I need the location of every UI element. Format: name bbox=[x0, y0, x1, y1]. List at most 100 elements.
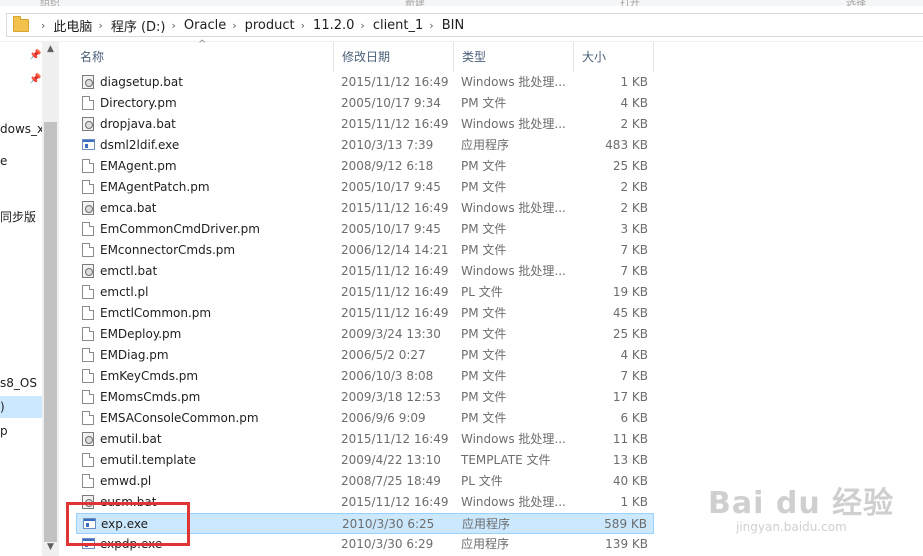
nav-item[interactable]: dows_x8 bbox=[0, 122, 42, 136]
document-icon bbox=[82, 159, 94, 173]
batch-file-icon bbox=[82, 201, 94, 215]
file-date: 2010/3/30 6:25 bbox=[342, 517, 435, 531]
file-row[interactable]: diagsetup.bat 2015/11/12 16:49 Windows 批处理… bbox=[76, 72, 654, 93]
file-date: 2015/11/12 16:49 bbox=[341, 201, 449, 215]
batch-file-icon bbox=[82, 75, 94, 89]
file-type: PM 文件 bbox=[461, 390, 507, 404]
file-name: emutil.bat bbox=[100, 432, 162, 446]
nav-scrollbar[interactable]: ▲ ▼ bbox=[42, 42, 59, 556]
file-type: Windows 批处理... bbox=[461, 201, 566, 215]
file-name: dsml2ldif.exe bbox=[100, 138, 180, 152]
pin-icon[interactable]: 📌 bbox=[29, 50, 41, 61]
file-type: PM 文件 bbox=[461, 159, 507, 173]
file-name: EMconnectorCmds.pm bbox=[100, 243, 236, 257]
file-date: 2009/3/24 13:30 bbox=[341, 327, 441, 341]
file-row[interactable]: EMSAConsoleCommon.pm 2006/9/6 9:09 PM 文件 6 … bbox=[76, 408, 654, 429]
file-row[interactable]: EMomsCmds.pm 2009/3/18 12:53 PM 文件 17 KB bbox=[76, 387, 654, 408]
chevron-right-icon: › bbox=[300, 18, 306, 32]
file-name: emwd.pl bbox=[100, 474, 152, 488]
file-row[interactable]: EmctlCommon.pm 2015/11/12 16:49 PM 文件 45 KB bbox=[76, 303, 654, 324]
breadcrumb-item[interactable]: › 此电脑 bbox=[35, 16, 92, 35]
file-row[interactable]: Directory.pm 2005/10/17 9:34 PM 文件 4 KB bbox=[76, 93, 654, 114]
scroll-up-icon[interactable]: ▲ bbox=[47, 44, 54, 54]
file-date: 2006/10/3 8:08 bbox=[341, 369, 434, 383]
breadcrumb-item[interactable]: › 11.2.0 bbox=[295, 18, 355, 33]
file-type: TEMPLATE 文件 bbox=[461, 453, 551, 467]
file-row[interactable]: emwd.pl 2008/7/25 18:49 PL 文件 40 KB bbox=[76, 471, 654, 492]
file-row[interactable]: EMDeploy.pm 2009/3/24 13:30 PM 文件 25 KB bbox=[76, 324, 654, 345]
file-date: 2008/7/25 18:49 bbox=[341, 474, 441, 488]
file-size: 11 KB bbox=[612, 432, 648, 446]
file-name: EMAgent.pm bbox=[100, 159, 177, 173]
file-row[interactable]: emctl.pl 2015/11/12 16:49 PL 文件 19 KB bbox=[76, 282, 654, 303]
file-row[interactable]: dsml2ldif.exe 2010/3/13 7:39 应用程序 483 KB bbox=[76, 135, 654, 156]
ribbon-label-open: 打开 bbox=[620, 0, 640, 6]
breadcrumb-item[interactable]: › product bbox=[226, 18, 294, 33]
file-row[interactable]: dropjava.bat 2015/11/12 16:49 Windows 批处理.… bbox=[76, 114, 654, 135]
document-icon bbox=[82, 180, 94, 194]
nav-item[interactable]: p bbox=[0, 424, 8, 438]
file-date: 2010/3/13 7:39 bbox=[341, 138, 434, 152]
file-size: 17 KB bbox=[612, 390, 648, 404]
file-row[interactable]: emutil.bat 2015/11/12 16:49 Windows 批处理...… bbox=[76, 429, 654, 450]
file-type: PM 文件 bbox=[461, 180, 507, 194]
document-icon bbox=[82, 222, 94, 236]
file-date: 2005/10/17 9:34 bbox=[341, 96, 441, 110]
breadcrumb-item[interactable]: › Oracle bbox=[166, 18, 227, 33]
file-date: 2009/4/22 13:10 bbox=[341, 453, 441, 467]
file-row[interactable]: EmKeyCmds.pm 2006/10/3 8:08 PM 文件 7 KB bbox=[76, 366, 654, 387]
file-date: 2005/10/17 9:45 bbox=[341, 180, 441, 194]
breadcrumb-item[interactable]: › BIN bbox=[423, 18, 464, 33]
breadcrumb-item[interactable]: › 程序 (D:) bbox=[92, 16, 165, 35]
file-row[interactable]: emctl.bat 2015/11/12 16:49 Windows 批处理... 7… bbox=[76, 261, 654, 282]
document-icon bbox=[82, 285, 94, 299]
file-date: 2015/11/12 16:49 bbox=[341, 117, 449, 131]
column-header-size[interactable]: 大小 bbox=[574, 42, 654, 72]
pin-icon[interactable]: 📌 bbox=[29, 74, 41, 85]
scrollbar-thumb[interactable] bbox=[44, 122, 57, 542]
ribbon-label-select: 选择 bbox=[846, 0, 866, 6]
address-bar: › 此电脑 › 程序 (D:) › Oracle › product › 11.2.0 ›… bbox=[0, 7, 923, 42]
file-size: 25 KB bbox=[612, 159, 648, 173]
file-name: Directory.pm bbox=[100, 96, 177, 110]
scroll-down-icon[interactable]: ▼ bbox=[47, 542, 54, 552]
file-name: emctl.pl bbox=[100, 285, 149, 299]
breadcrumb-item[interactable]: › client_1 bbox=[354, 18, 423, 33]
column-header-type[interactable]: 类型 bbox=[454, 42, 574, 72]
file-name: EmctlCommon.pm bbox=[100, 306, 212, 320]
file-type: PL 文件 bbox=[461, 474, 503, 488]
file-name: diagsetup.bat bbox=[100, 75, 183, 89]
file-type: PM 文件 bbox=[461, 96, 507, 110]
file-name: EMDeploy.pm bbox=[100, 327, 182, 341]
file-date: 2010/3/30 6:29 bbox=[341, 537, 434, 551]
file-name: EMomsCmds.pm bbox=[100, 390, 201, 404]
file-type: Windows 批处理... bbox=[461, 75, 566, 89]
file-row[interactable]: emca.bat 2015/11/12 16:49 Windows 批处理... 2 … bbox=[76, 198, 654, 219]
nav-item[interactable]: e bbox=[0, 154, 7, 168]
nav-item[interactable]: s8_OS bbox=[0, 376, 37, 390]
column-header-date[interactable]: 修改日期 bbox=[334, 42, 454, 72]
file-row[interactable]: EMAgent.pm 2008/9/12 6:18 PM 文件 25 KB bbox=[76, 156, 654, 177]
document-icon bbox=[82, 348, 94, 362]
file-type: PM 文件 bbox=[461, 222, 507, 236]
nav-item[interactable]: 同步版 bbox=[0, 208, 36, 225]
file-size: 13 KB bbox=[612, 453, 648, 467]
file-name: emutil.template bbox=[100, 453, 197, 467]
file-size: 6 KB bbox=[620, 411, 648, 425]
file-size: 19 KB bbox=[612, 285, 648, 299]
file-date: 2015/11/12 16:49 bbox=[341, 432, 449, 446]
file-type: PL 文件 bbox=[461, 285, 503, 299]
file-name: EmKeyCmds.pm bbox=[100, 369, 199, 383]
breadcrumb[interactable]: › 此电脑 › 程序 (D:) › Oracle › product › 11.2.0 ›… bbox=[6, 13, 923, 37]
file-row[interactable]: EMAgentPatch.pm 2005/10/17 9:45 PM 文件 2 KB bbox=[76, 177, 654, 198]
file-row[interactable]: EMDiag.pm 2006/5/2 0:27 PM 文件 4 KB bbox=[76, 345, 654, 366]
file-row[interactable]: EMconnectorCmds.pm 2006/12/14 14:21 PM 文件 7… bbox=[76, 240, 654, 261]
file-size: 1 KB bbox=[620, 495, 648, 509]
nav-item[interactable]: ) bbox=[0, 400, 5, 414]
column-header-name[interactable]: 名称 bbox=[72, 42, 334, 72]
file-type: Windows 批处理... bbox=[461, 495, 566, 509]
file-size: 2 KB bbox=[620, 201, 648, 215]
file-row[interactable]: EmCommonCmdDriver.pm 2005/10/17 9:45 PM 文件… bbox=[76, 219, 654, 240]
file-row[interactable]: emutil.template 2009/4/22 13:10 TEMPLATE 文… bbox=[76, 450, 654, 471]
ribbon-strip: 组织 新建 打开 选择 bbox=[0, 0, 923, 6]
